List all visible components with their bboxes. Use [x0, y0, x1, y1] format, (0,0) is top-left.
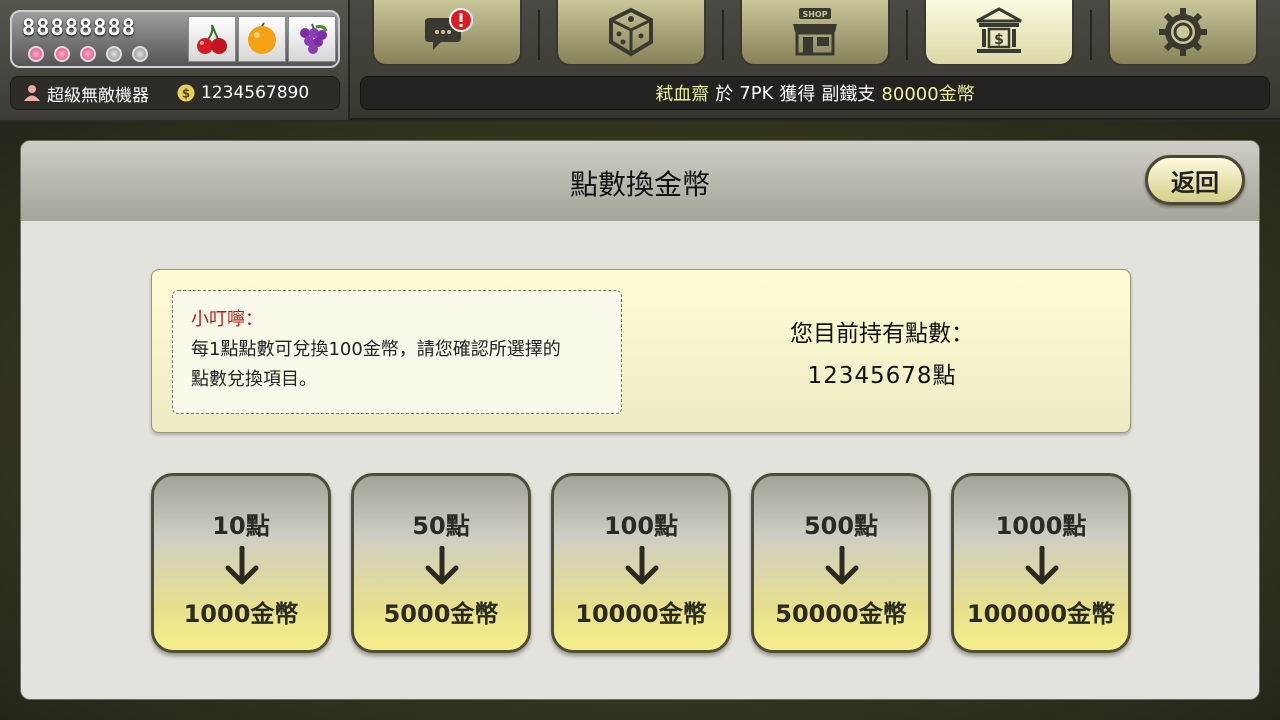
bank-icon: $	[976, 7, 1022, 53]
notice-line: 每1點點數可兌換100金幣，請您確認所選擇的	[191, 339, 561, 360]
coin-balance: 1234567890	[201, 83, 310, 103]
indicator-lights	[28, 46, 148, 62]
ticker-game: 7PK	[739, 82, 774, 104]
arrow-down-icon	[225, 546, 259, 585]
shop-icon: SHOP	[793, 8, 837, 56]
exchange-option-50[interactable]: 50點 5000金幣	[351, 473, 531, 653]
nav-divider	[722, 10, 724, 60]
ticker-prize: 80000金幣	[881, 84, 975, 105]
back-button[interactable]: 返回	[1145, 155, 1245, 205]
grape-icon	[288, 16, 336, 62]
option-coins: 1000金幣	[183, 600, 299, 628]
chat-button[interactable]	[372, 0, 522, 66]
points-label: 您目前持有點數：	[790, 321, 974, 347]
coin-icon: $	[177, 84, 195, 102]
shop-button[interactable]: SHOP	[740, 0, 890, 66]
option-coins: 100000金幣	[966, 600, 1116, 628]
top-bar: 88888888 超級無敵機器 $ 1234567890 SHOP $ 弒血齋 …	[0, 0, 1280, 120]
arrow-down-icon	[1025, 546, 1059, 585]
settings-button[interactable]	[1108, 0, 1258, 66]
option-points: 50點	[412, 512, 470, 540]
option-coins: 5000金幣	[383, 600, 499, 628]
indicator-light	[28, 46, 44, 62]
ticker-got: 獲得	[779, 84, 816, 105]
option-points: 500點	[803, 512, 879, 540]
option-coins: 10000金幣	[575, 600, 707, 628]
settings-gear-icon	[1159, 8, 1207, 56]
cherry-icon	[188, 16, 236, 62]
arrow-down-icon	[425, 546, 459, 585]
svg-text:$: $	[994, 32, 1004, 48]
win-ticker: 弒血齋 於 7PK 獲得 副鐵支 80000金幣	[360, 76, 1270, 110]
ticker-hand: 副鐵支	[821, 84, 876, 105]
nav-divider	[906, 10, 908, 60]
user-icon	[24, 85, 40, 101]
player-panel: 88888888 超級無敵機器 $ 1234567890	[0, 0, 350, 120]
slot-reels	[188, 16, 336, 62]
ticker-at: 於	[715, 84, 734, 105]
page-title: 點數換金幣	[569, 168, 710, 201]
info-box: 小叮嚀： 每1點點數可兌換100金幣，請您確認所選擇的 點數兌換項目。 您目前持…	[151, 269, 1131, 433]
exchange-option-100[interactable]: 100點 10000金幣	[551, 473, 731, 653]
notice-box: 小叮嚀： 每1點點數可兌換100金幣，請您確認所選擇的 點數兌換項目。	[172, 290, 622, 414]
nav-divider	[538, 10, 540, 60]
player-info: 超級無敵機器 $ 1234567890	[10, 76, 340, 110]
indicator-light	[132, 46, 148, 62]
option-points: 1000點	[995, 512, 1087, 540]
credit-counter: 88888888	[10, 10, 340, 68]
nav-divider	[1090, 10, 1092, 60]
exchange-option-500[interactable]: 500點 50000金幣	[751, 473, 931, 653]
option-points: 100點	[603, 512, 679, 540]
shop-sign-text: SHOP	[802, 10, 827, 19]
exchange-panel: 點數換金幣 返回 小叮嚀： 每1點點數可兌換100金幣，請您確認所選擇的 點數兌…	[20, 140, 1260, 700]
arrow-down-icon	[625, 546, 659, 585]
dice-button[interactable]	[556, 0, 706, 66]
points-value: 12345678點	[807, 363, 957, 389]
indicator-light	[54, 46, 70, 62]
ticker-player: 弒血齋	[655, 84, 710, 105]
option-coins: 50000金幣	[775, 600, 907, 628]
bank-button[interactable]: $	[924, 0, 1074, 66]
credit-count: 88888888	[22, 16, 136, 41]
svg-text:$: $	[182, 87, 190, 101]
chat-alert-icon	[425, 8, 473, 50]
orange-icon	[238, 16, 286, 62]
indicator-light	[106, 46, 122, 62]
indicator-light	[80, 46, 96, 62]
notice-title: 小叮嚀：	[191, 309, 263, 330]
notice-line: 點數兌換項目。	[191, 369, 317, 390]
dice-icon	[609, 7, 653, 57]
exchange-option-10[interactable]: 10點 1000金幣	[151, 473, 331, 653]
arrow-down-icon	[825, 546, 859, 585]
exchange-option-1000[interactable]: 1000點 100000金幣	[951, 473, 1131, 653]
username: 超級無敵機器	[47, 85, 149, 106]
option-points: 10點	[212, 512, 270, 540]
